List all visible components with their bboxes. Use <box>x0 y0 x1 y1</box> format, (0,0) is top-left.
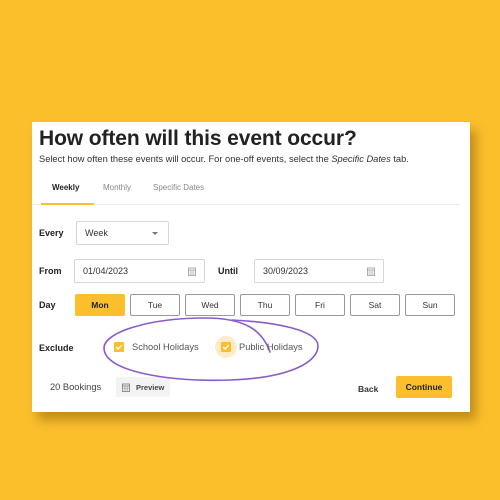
checkbox-checked[interactable] <box>114 342 124 352</box>
from-date-input[interactable]: 01/04/2023 <box>74 259 205 283</box>
page-subtitle: Select how often these events will occur… <box>39 154 409 164</box>
day-button-fri[interactable]: Fri <box>295 294 345 316</box>
preview-label: Preview <box>136 382 165 392</box>
day-button-sat[interactable]: Sat <box>350 294 400 316</box>
calendar-icon <box>367 267 375 276</box>
continue-button[interactable]: Continue <box>396 376 452 398</box>
back-button[interactable]: Back <box>354 380 382 398</box>
calendar-icon <box>188 267 196 276</box>
subtitle-text: Select how often these events will occur… <box>39 154 332 164</box>
frequency-select[interactable]: Week <box>76 221 169 245</box>
from-label: From <box>39 266 62 276</box>
day-button-mon[interactable]: Mon <box>75 294 125 316</box>
tab-monthly[interactable]: Monthly <box>103 183 131 192</box>
public-holidays-checkbox[interactable]: Public Holidays <box>215 336 303 358</box>
frequency-value: Week <box>85 228 108 238</box>
until-date-input[interactable]: 30/09/2023 <box>254 259 384 283</box>
until-label: Until <box>218 266 238 276</box>
school-holidays-checkbox[interactable]: School Holidays <box>114 342 199 352</box>
school-holidays-label: School Holidays <box>132 342 199 352</box>
tab-bar: Weekly Monthly Specific Dates <box>32 175 460 205</box>
day-label: Day <box>39 300 56 310</box>
subtitle-emphasis: Specific Dates <box>331 154 391 164</box>
subtitle-suffix: tab. <box>390 154 409 164</box>
preview-button[interactable]: Preview <box>116 377 170 397</box>
day-button-sun[interactable]: Sun <box>405 294 455 316</box>
recurrence-dialog: How often will this event occur? Select … <box>32 122 470 412</box>
from-date-value: 01/04/2023 <box>83 266 129 276</box>
public-holidays-label: Public Holidays <box>239 342 303 352</box>
check-icon <box>222 344 230 350</box>
day-button-wed[interactable]: Wed <box>185 294 235 316</box>
tab-specific-dates[interactable]: Specific Dates <box>153 183 204 192</box>
check-icon <box>115 344 123 350</box>
day-button-tue[interactable]: Tue <box>130 294 180 316</box>
bookings-count: 20 Bookings <box>50 382 102 392</box>
chevron-down-icon <box>152 232 158 235</box>
exclude-label: Exclude <box>39 343 74 353</box>
page-title: How often will this event occur? <box>39 127 357 150</box>
calendar-icon <box>122 383 130 392</box>
checkbox-checked[interactable] <box>215 336 237 358</box>
every-label: Every <box>39 228 64 238</box>
active-tab-indicator <box>41 203 94 205</box>
tab-weekly[interactable]: Weekly <box>52 183 79 192</box>
until-date-value: 30/09/2023 <box>263 266 309 276</box>
day-button-thu[interactable]: Thu <box>240 294 290 316</box>
